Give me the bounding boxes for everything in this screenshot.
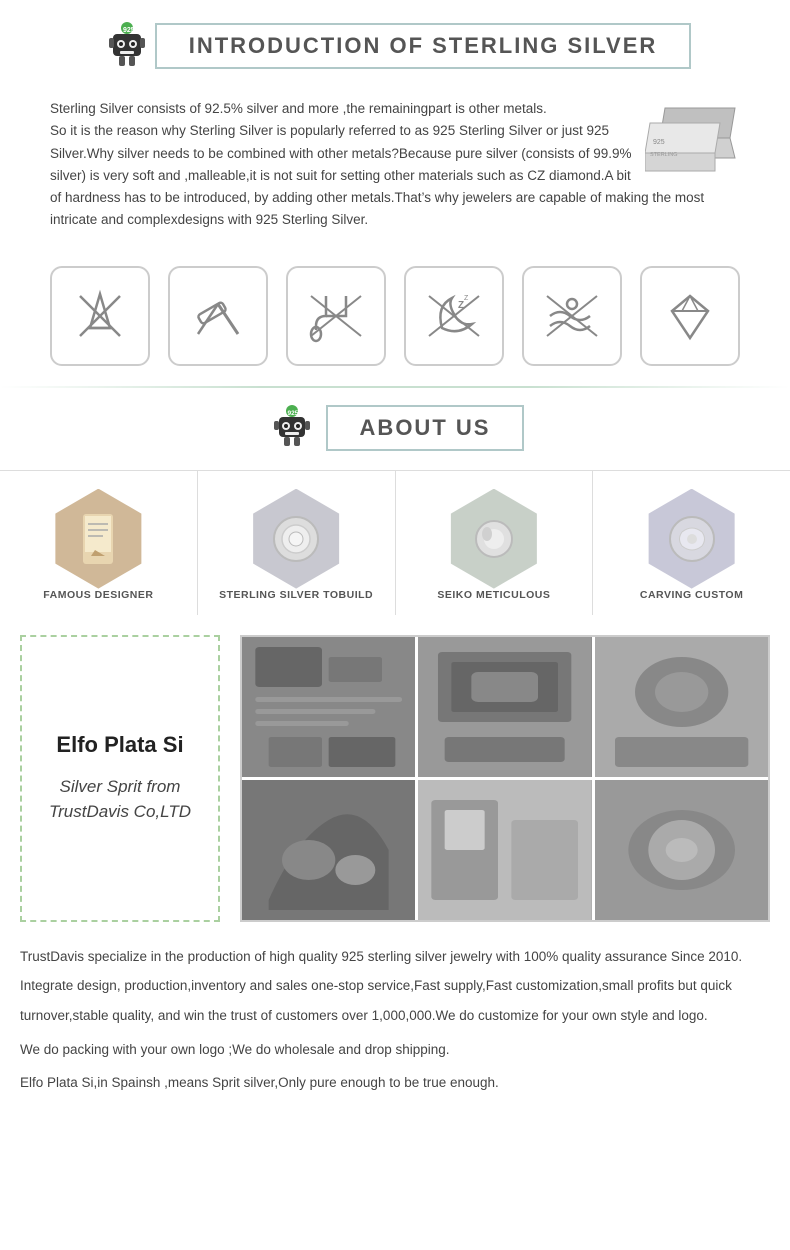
- feature-silver-hex: [246, 489, 346, 589]
- header-title-bar: 925 INTRODUCTION OF STERLING SILVER: [55, 18, 735, 74]
- silver-ingot-icon: 925 STERLING: [645, 98, 740, 173]
- feature-silver-label: STERLING SILVER TOBUILD: [219, 589, 373, 601]
- header-title-text: INTRODUCTION OF STERLING SILVER: [189, 33, 658, 58]
- silver-ingot-wrap: 925 STERLING: [645, 98, 740, 180]
- description-text1: Sterling Silver consists of 92.5% silver…: [50, 98, 740, 120]
- brand-tagline: Silver Sprit from TrustDavis Co,LTD: [36, 774, 204, 825]
- feature-seiko: SEIKO METICULOUS: [396, 471, 594, 615]
- feature-seiko-hex: [444, 489, 544, 589]
- svg-text:Z: Z: [464, 295, 469, 302]
- photo-cell-4: [242, 780, 415, 920]
- feature-carving-label: CARVING CUSTOM: [640, 589, 743, 601]
- svg-text:925: 925: [653, 139, 665, 146]
- icon-diamond: [640, 266, 740, 366]
- description-text2: So it is the reason why Sterling Silver …: [50, 120, 740, 231]
- about-features-row: FAMOUS DESIGNER STERLING SILVER TOBUILD …: [0, 470, 790, 615]
- body-text-3: Elfo Plata Si,in Spainsh ,means Sprit si…: [20, 1068, 770, 1098]
- body-text-section: TrustDavis specialize in the production …: [20, 942, 770, 1098]
- photo-cell-3: [595, 637, 768, 777]
- svg-text:STERLING: STERLING: [650, 152, 678, 158]
- feature-designer-hex: [48, 489, 148, 589]
- icon-sleep: ZZ: [404, 266, 504, 366]
- section-divider: [0, 386, 790, 388]
- feature-sterling-silver: STERLING SILVER TOBUILD: [198, 471, 396, 615]
- feature-icons-row: ZZ: [0, 266, 790, 366]
- feature-carving-hex: [642, 489, 742, 589]
- about-robot-icon: 925: [266, 402, 318, 454]
- brand-box: Elfo Plata Si Silver Sprit from TrustDav…: [20, 635, 220, 922]
- photo-cell-6: [595, 780, 768, 920]
- bottom-section: Elfo Plata Si Silver Sprit from TrustDav…: [0, 635, 790, 922]
- feature-designer-label: FAMOUS DESIGNER: [43, 589, 153, 601]
- photo-cell-1: [242, 637, 415, 777]
- icon-water: [286, 266, 386, 366]
- feature-carving: CARVING CUSTOM: [593, 471, 790, 615]
- svg-text:925: 925: [123, 27, 135, 34]
- icon-waves: [522, 266, 622, 366]
- feature-seiko-label: SEIKO METICULOUS: [437, 589, 550, 601]
- body-text-1: TrustDavis specialize in the production …: [20, 942, 770, 1031]
- icon-no-chemicals: [50, 266, 150, 366]
- description-section: 925 STERLING Sterling Silver consists of…: [30, 90, 760, 248]
- top-section: 925 INTRODUCTION OF STERLING SILVER: [0, 0, 790, 1098]
- icon-tools: [168, 266, 268, 366]
- photo-cell-2: [418, 637, 591, 777]
- body-text-2: We do packing with your own logo ;We do …: [20, 1035, 770, 1065]
- about-title-text: ABOUT US: [360, 415, 491, 440]
- svg-text:925: 925: [287, 410, 298, 417]
- about-title-box: ABOUT US: [326, 405, 525, 451]
- robot-icon: 925: [99, 18, 155, 74]
- about-title-wrap: 925 ABOUT US: [0, 402, 790, 454]
- photo-cell-5: [418, 780, 591, 920]
- feature-famous-designer: FAMOUS DESIGNER: [0, 471, 198, 615]
- photo-grid: [240, 635, 770, 922]
- brand-name: Elfo Plata Si: [56, 732, 183, 758]
- header-title-box: INTRODUCTION OF STERLING SILVER: [155, 23, 692, 69]
